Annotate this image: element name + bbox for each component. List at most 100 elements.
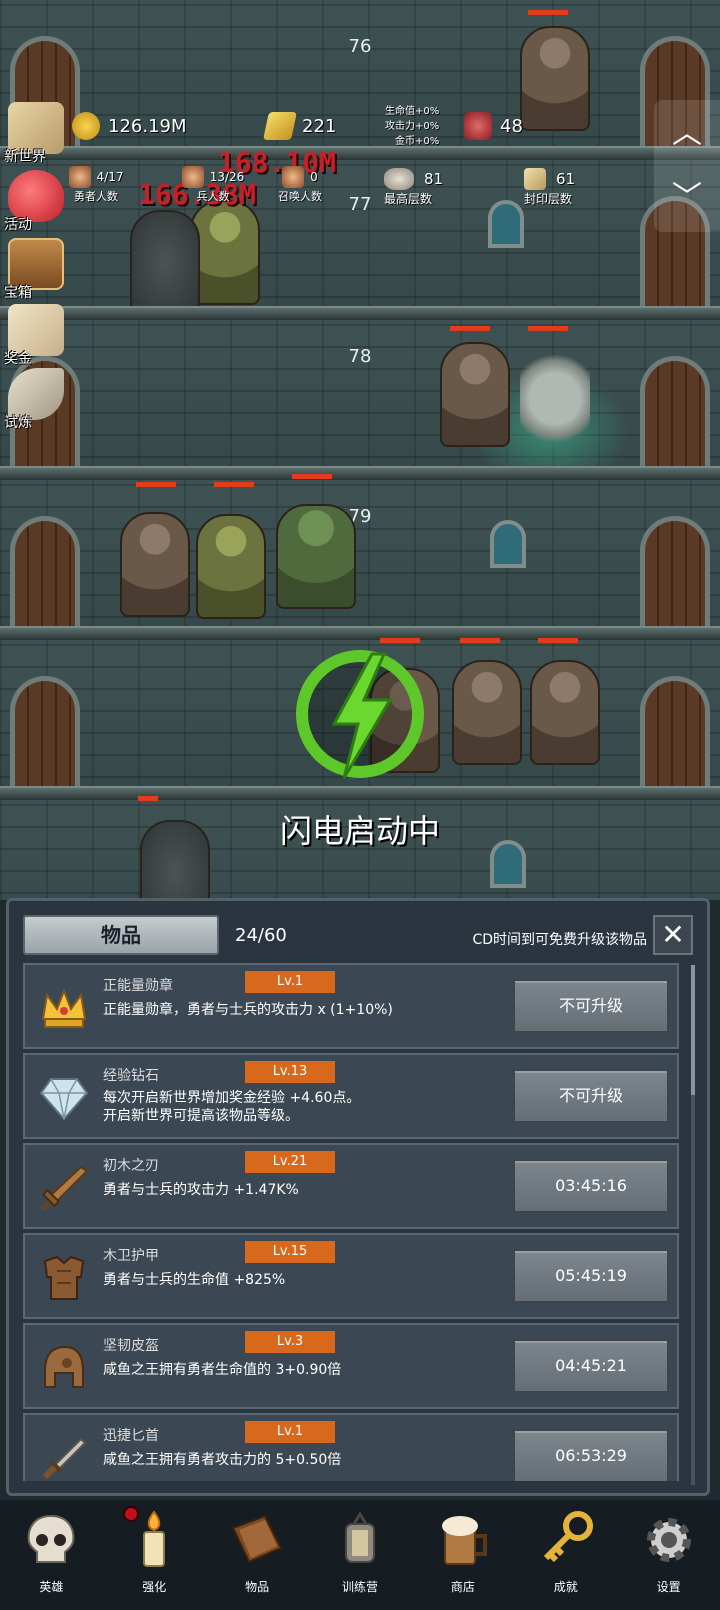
floor-scroll-buttons: ︿ ﹀: [654, 100, 720, 232]
lantern-icon: [345, 1511, 375, 1563]
orc-enemy: [276, 504, 356, 609]
floor-79: 79: [0, 474, 720, 640]
window: [490, 520, 526, 568]
knight-enemy: [520, 26, 590, 131]
wooden-sword-icon: [41, 1165, 89, 1211]
tab-items[interactable]: 物品: [23, 915, 219, 955]
enemy-hp-bar: [538, 638, 578, 643]
item-list: 正能量勋章 Lv.1 正能量勋章，勇者与士兵的攻击力 x (1+10%) 不可升…: [23, 963, 687, 1481]
nav-settings[interactable]: 设置: [617, 1500, 720, 1610]
hero-icon: [68, 166, 91, 188]
upgrade-timer-button[interactable]: 04:45:21: [513, 1339, 669, 1393]
candle-icon: [143, 1510, 166, 1567]
level-badge: Lv.13: [245, 1061, 335, 1083]
side-event-button[interactable]: 活动: [4, 168, 68, 233]
dagger-icon: [42, 1437, 87, 1480]
soldier-count: 13/26 兵人数: [178, 166, 248, 204]
floor-number: 79: [348, 506, 372, 527]
enemy-hp-bar: [528, 10, 568, 15]
gold-bar-icon: [263, 112, 297, 140]
list-item: 迅捷匕首 Lv.1 咸鱼之王拥有勇者攻击力的 5+0.50倍 06:53:29: [23, 1413, 679, 1481]
ghost-enemy: [520, 346, 590, 451]
side-chest-button[interactable]: 宝箱: [4, 236, 68, 301]
meat-icon: [464, 112, 492, 140]
item-list-scrollbar[interactable]: [691, 965, 695, 1485]
knight-enemy: [530, 660, 600, 765]
gold-counter: 126.19M: [72, 112, 187, 140]
level-badge: Lv.1: [245, 971, 335, 993]
gear-icon: [646, 1518, 691, 1562]
lightning-icon: [296, 650, 424, 779]
key-icon: [543, 1511, 593, 1563]
sealed-floor: 61 封印层数: [524, 168, 576, 206]
enemy-hp-bar: [136, 482, 176, 487]
door: [10, 516, 80, 626]
upgrade-timer-button[interactable]: 05:45:19: [513, 1249, 669, 1303]
list-item: 经验钻石 Lv.13 每次开启新世界增加奖金经验 +4.60点。 开启新世界可提…: [23, 1053, 679, 1139]
upgrade-timer-button[interactable]: 06:53:29: [513, 1429, 669, 1481]
list-item: 初木之刃 Lv.21 勇者与士兵的攻击力 +1.47K% 03:45:16: [23, 1143, 679, 1229]
gold-bar-counter: 221: [263, 112, 336, 140]
goblin-enemy: [196, 514, 266, 619]
level-badge: Lv.3: [245, 1331, 335, 1353]
hero-warrior: [190, 200, 260, 305]
scroll-up-button[interactable]: ︿: [654, 108, 720, 152]
scroll-down-button[interactable]: ﹀: [654, 172, 720, 216]
nav-achievements[interactable]: 成就: [514, 1500, 617, 1610]
beer-mug-icon: [441, 1516, 487, 1565]
bottom-nav: 英雄 强化 物品 训练营 商店 成就 设置: [0, 1500, 720, 1610]
soldier-icon: [181, 166, 204, 188]
crown-icon: [41, 988, 87, 1028]
level-badge: Lv.15: [245, 1241, 335, 1263]
upgrade-button[interactable]: 不可升级: [513, 1069, 669, 1123]
items-panel: 物品 24/60 CD时间到可免费升级该物品 ✕ 正能量勋章 Lv.1 正能量勋…: [6, 898, 710, 1496]
side-new-world-button[interactable]: 新世界: [4, 100, 68, 165]
door: [640, 676, 710, 786]
door: [640, 516, 710, 626]
stone-icon: [384, 168, 414, 190]
lightning-button[interactable]: [290, 642, 430, 782]
level-badge: Lv.21: [245, 1151, 335, 1173]
knight-enemy: [452, 660, 522, 765]
book-icon: [231, 1514, 283, 1564]
floor-number: 78: [348, 346, 372, 367]
skull-icon: [28, 1514, 75, 1563]
nav-heroes[interactable]: 英雄: [0, 1500, 103, 1610]
enemy-hp-bar: [214, 482, 254, 487]
item-count: 24/60: [235, 925, 287, 946]
nav-shop[interactable]: 商店: [411, 1500, 514, 1610]
gold-coin-icon: [72, 112, 100, 140]
floor-number: 76: [348, 36, 372, 57]
lightning-status: 闪电启动中: [279, 812, 440, 850]
knight-enemy: [120, 512, 190, 617]
door: [640, 356, 710, 466]
upgrade-timer-button[interactable]: 03:45:16: [513, 1159, 669, 1213]
diamond-icon: [39, 1078, 89, 1121]
hero-dark: [130, 210, 200, 315]
nav-enhance[interactable]: 强化: [103, 1500, 206, 1610]
enemy-hp-bar: [450, 326, 490, 331]
close-button[interactable]: ✕: [653, 915, 693, 955]
level-badge: Lv.1: [245, 1421, 335, 1443]
list-item: 正能量勋章 Lv.1 正能量勋章，勇者与士兵的攻击力 x (1+10%) 不可升…: [23, 963, 679, 1049]
side-trial-button[interactable]: 试炼: [4, 366, 68, 431]
hero-count: 4/17 勇者人数: [68, 166, 124, 204]
enemy-hp-bar: [138, 796, 158, 801]
armor-icon: [43, 1255, 85, 1300]
side-bonus-button[interactable]: 奖金: [4, 302, 68, 367]
knight-enemy: [440, 342, 510, 447]
list-item: 坚韧皮盔 Lv.3 咸鱼之王拥有勇者生命值的 3+0.90倍 04:45:21: [23, 1323, 679, 1409]
scroll-icon: [524, 168, 546, 190]
bonus-stats: 生命值+0% 攻击力+0% 金币+0%: [385, 106, 440, 147]
nav-training[interactable]: 训练营: [309, 1500, 412, 1610]
enemy-hp-bar: [528, 326, 568, 331]
enemy-hp-bar: [460, 638, 500, 643]
list-item: 木卫护甲 Lv.15 勇者与士兵的生命值 +825% 05:45:19: [23, 1233, 679, 1319]
helmet-icon: [44, 1345, 84, 1388]
nav-items[interactable]: 物品: [206, 1500, 309, 1610]
enemy-hp-bar: [292, 474, 332, 479]
summon-icon: [282, 166, 305, 188]
panel-hint: CD时间到可免费升级该物品: [472, 932, 647, 948]
upgrade-button[interactable]: 不可升级: [513, 979, 669, 1033]
door: [10, 676, 80, 786]
